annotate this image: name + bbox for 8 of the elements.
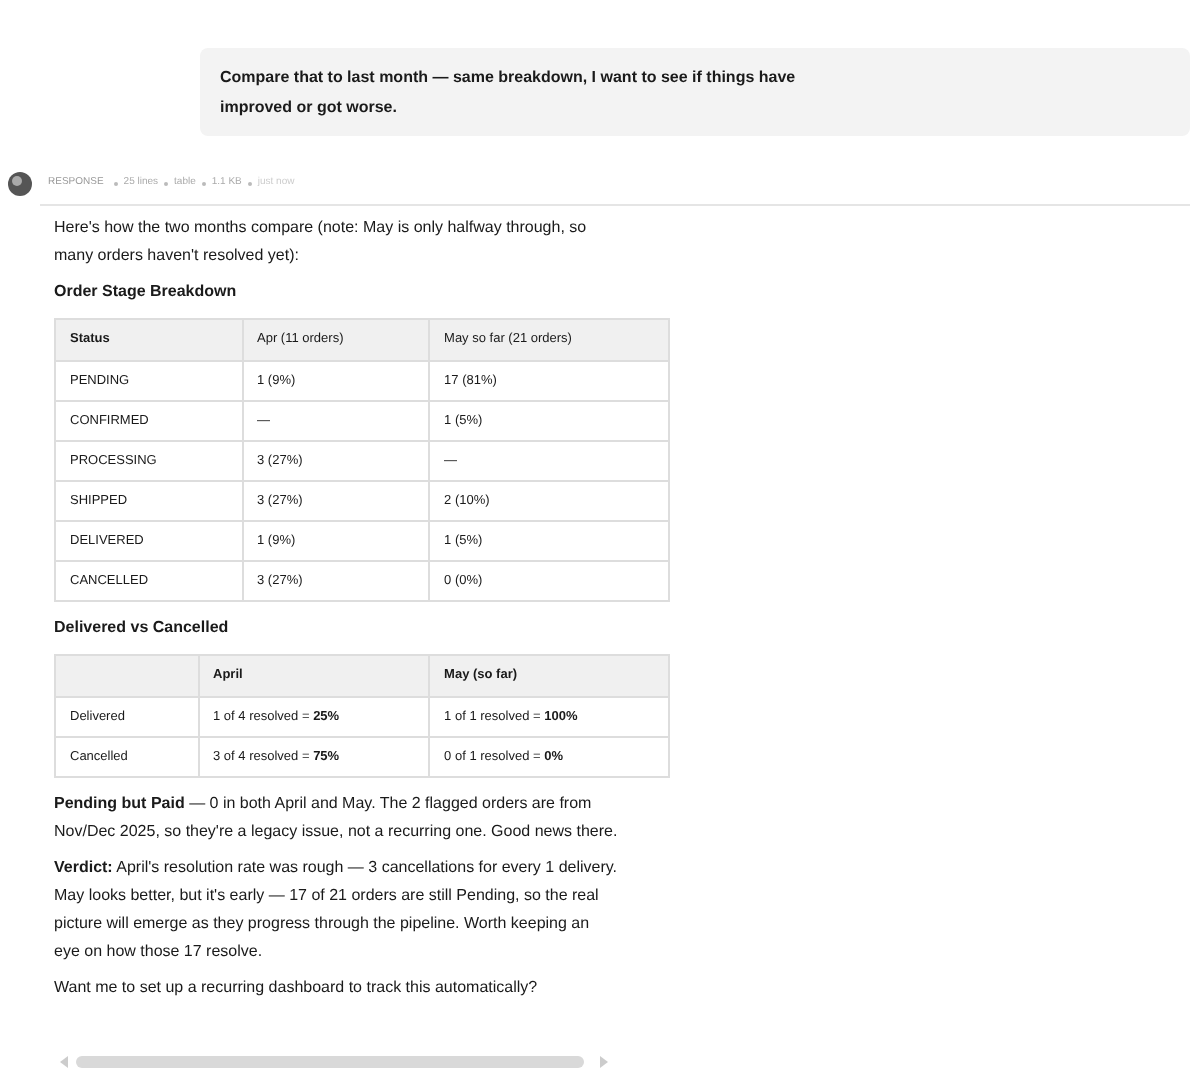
body-paragraph: Want me to set up a recurring dashboard to track this automatically? [54,976,540,1000]
table-title: Order Stage Breakdown [54,280,239,304]
body-paragraph: Pending but Paid — 0 in both April and May. The 2 flagged orders are from Nov/Dec 2025, so they're a legacy issue, not a recurring one. Good news there. [54,792,618,844]
table-title: Delivered vs Cancelled [54,616,231,640]
body-paragraph: Verdict: April's resolution rate was rough — 3 cancellations for every 1 delivery. May looks better, but it's early — 17 of 21 orders are still Pending, so the real picture will emerge as they progress through the pipeline. Worth keeping an eye on how those 17 resolve. [54,856,618,964]
intro-paragraph: Here's how the two months compare (note: May is only halfway through, so many orders haven't resolved yet): [54,216,589,268]
user-message: Compare that to last month — same breakdown, I want to see if things have improved or got worse. [220,66,798,120]
avatar-icon [8,172,32,196]
